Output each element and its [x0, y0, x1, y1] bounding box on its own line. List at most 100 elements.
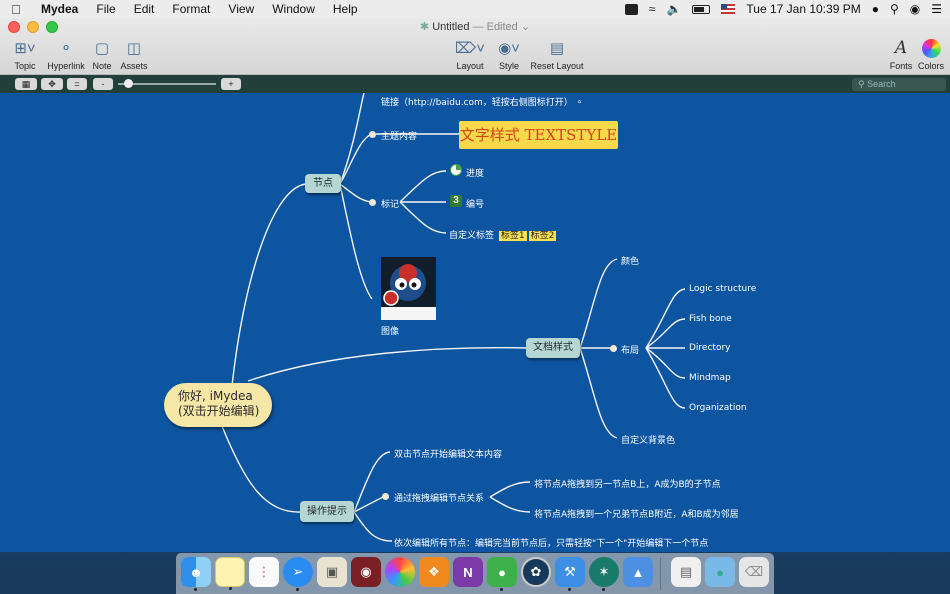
menu-format[interactable]: Format [163, 2, 219, 16]
custom-tag-topic[interactable]: 自定义标签 标签1 标签2 [449, 228, 557, 241]
zoom-out-button[interactable]: - [93, 78, 113, 90]
topic-node-jiedian[interactable]: 节点 [305, 174, 341, 193]
color-topic[interactable]: 颜色 [621, 254, 639, 267]
reset-layout-button[interactable]: ▤ Reset Layout [530, 38, 584, 71]
spotlight-search-icon[interactable]: ⚲ [890, 2, 899, 16]
mark-connector-dot[interactable] [369, 199, 376, 206]
note-button[interactable]: ▢ Note [90, 38, 114, 71]
notification-center-icon[interactable]: ☰ [931, 2, 942, 16]
root-topic-line2: (双击开始编辑) [178, 404, 260, 418]
drag-child-tip-topic[interactable]: 将节点A拖拽到另一节点B上，A成为B的子节点 [534, 477, 721, 490]
siri-icon[interactable]: ◉ [910, 2, 920, 16]
drag-tip-topic[interactable]: 通过拖拽编辑节点关系 [394, 491, 484, 504]
hyperlink-button[interactable]: ⚬ Hyperlink [46, 38, 86, 71]
menu-app-name[interactable]: Mydea [32, 2, 87, 16]
evernote-icon[interactable]: ● [487, 557, 517, 591]
search-field[interactable]: ⚲ Search [852, 78, 946, 91]
custom-bg-topic[interactable]: 自定义背景色 [621, 433, 675, 446]
apple-menu-icon[interactable]:  [0, 2, 32, 17]
wifi-icon[interactable]: ≈ [649, 2, 656, 16]
mark-topic[interactable]: 标记 [381, 197, 399, 210]
topic-node-doc-style[interactable]: 文档样式 [526, 338, 580, 358]
mindmap-canvas[interactable]: 链接（http://baidu.com，轻按右侧图标打开） ⚬ 主题内容 文字样… [0, 93, 950, 552]
menu-window[interactable]: Window [263, 2, 324, 16]
style-button[interactable]: ◉˅ Style [495, 38, 523, 71]
layout-option-topic[interactable]: Logic structure [689, 284, 756, 294]
photos-icon[interactable] [385, 557, 415, 587]
xcode-icon[interactable]: ⚒ [555, 557, 585, 591]
custom-tag-text: 自定义标签 [449, 231, 495, 241]
safari-icon[interactable]: ➢ [283, 557, 313, 591]
fonts-icon: A [894, 38, 908, 58]
canvas-control-bar: ▦ ✥ = - + ⚲ Search [0, 75, 950, 93]
assets-label: Assets [120, 61, 148, 71]
downloads-stack-icon[interactable]: ▤ [671, 557, 701, 587]
finder-icon[interactable]: ☻ [181, 557, 211, 591]
search-placeholder: Search [867, 79, 896, 89]
progress-topic[interactable]: 进度 [466, 166, 484, 179]
layout-label: Layout [456, 61, 484, 71]
link-topic[interactable]: 链接（http://baidu.com，轻按右侧图标打开） ⚬ [381, 95, 583, 108]
menu-help[interactable]: Help [324, 2, 367, 16]
topic-connector-dot[interactable] [369, 131, 376, 138]
layout-option-topic[interactable]: Organization [689, 403, 747, 413]
mindnode-icon[interactable]: ✿ [521, 557, 551, 587]
root-topic-node[interactable]: 你好, iMydea (双击开始编辑) [164, 383, 272, 427]
drag-sibling-tip-topic[interactable]: 将节点A拖拽到一个兄弟节点B附近，A和B成为邻居 [534, 507, 739, 520]
layout-option-topic[interactable]: Fish bone [689, 314, 732, 324]
image-topic-thumbnail[interactable] [381, 257, 436, 320]
layout-topic[interactable]: 布局 [621, 343, 639, 356]
colors-button[interactable]: Colors [917, 38, 945, 71]
sequential-edit-tip-topic[interactable]: 依次编辑所有节点：编辑完当前节点后，只需轻按"下一个"开始编辑下一个节点 [394, 536, 708, 549]
zoom-in-button[interactable]: + [221, 78, 241, 90]
fonts-label: Fonts [889, 61, 913, 71]
ibooks-icon[interactable]: ❖ [419, 557, 449, 587]
layout-button[interactable]: ⌦˅ Layout [454, 38, 486, 71]
reset-layout-label: Reset Layout [530, 61, 584, 71]
number-badge-icon: 3 [450, 195, 462, 207]
layout-connector-dot[interactable] [610, 345, 617, 352]
hyperlink-label: Hyperlink [47, 61, 85, 71]
input-source-flag-icon[interactable] [721, 4, 736, 14]
edited-status: — Edited [472, 21, 518, 33]
status-app-icon[interactable] [624, 3, 638, 15]
topic-node-tips[interactable]: 操作提示 [300, 501, 354, 522]
number-topic[interactable]: 编号 [466, 197, 484, 210]
reminders-icon[interactable]: ⋮ [249, 557, 279, 587]
menu-view[interactable]: View [219, 2, 263, 16]
notes-icon[interactable] [215, 557, 245, 590]
trash-icon[interactable]: ⌫ [739, 557, 769, 587]
applications-folder-icon[interactable]: ● [705, 557, 735, 587]
battery-icon[interactable] [692, 4, 711, 14]
center-view-button[interactable]: ✥ [41, 78, 63, 90]
window-title[interactable]: ✱ Untitled — Edited ⌄ [0, 20, 950, 33]
onenote-icon[interactable]: N [453, 557, 483, 587]
double-click-tip-topic[interactable]: 双击节点开始编辑文本内容 [394, 447, 502, 460]
textstyle-topic[interactable]: 文字样式 TEXTSTYLE [459, 121, 618, 149]
tag-badge: 标签2 [528, 231, 557, 241]
image-topic-caption[interactable]: 图像 [381, 324, 399, 337]
fit-view-button[interactable]: ▦ [15, 78, 37, 90]
mydea-icon[interactable]: ✶ [589, 557, 619, 591]
instruments-icon[interactable]: ▲ [623, 557, 653, 587]
assets-icon: ◫ [126, 40, 142, 57]
photo-booth-icon[interactable]: ◉ [351, 557, 381, 587]
drag-tip-connector-dot[interactable] [382, 493, 389, 500]
user-icon[interactable]: ● [872, 2, 879, 16]
volume-icon[interactable]: 🔈 [666, 2, 681, 16]
zoom-reset-button[interactable]: = [67, 78, 87, 90]
fonts-button[interactable]: A Fonts [888, 38, 914, 71]
topic-content-topic[interactable]: 主题内容 [381, 129, 417, 142]
assets-button[interactable]: ◫ Assets [119, 38, 149, 71]
layout-option-topic[interactable]: Directory [689, 343, 730, 353]
open-link-icon[interactable]: ⚬ [576, 98, 584, 108]
window-toolbar: ✱ Untitled — Edited ⌄ ⊞˅ Topic ⚬ Hyperli… [0, 18, 950, 75]
tag-badge: 标签1 [498, 231, 527, 241]
topic-button[interactable]: ⊞˅ Topic [10, 38, 40, 71]
preview-icon[interactable]: ▣ [317, 557, 347, 587]
menu-file[interactable]: File [87, 2, 124, 16]
menu-edit[interactable]: Edit [125, 2, 164, 16]
menu-clock[interactable]: Tue 17 Jan 10:39 PM [746, 2, 860, 16]
zoom-slider-knob[interactable] [124, 79, 133, 88]
layout-option-topic[interactable]: Mindmap [689, 373, 731, 383]
